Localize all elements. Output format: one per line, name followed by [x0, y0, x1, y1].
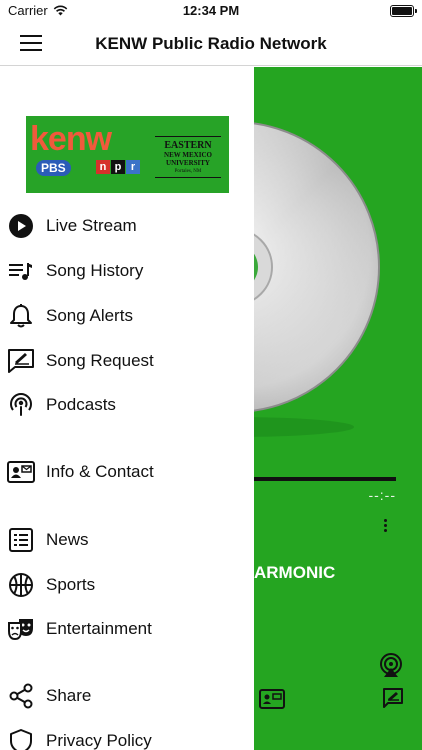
logo-npr-badge: n p r [96, 160, 140, 174]
menu-label: Info & Contact [46, 462, 154, 481]
menu-item-live-stream[interactable]: Live Stream [0, 204, 254, 248]
request-icon [8, 349, 34, 373]
basketball-icon [9, 573, 33, 597]
bell-icon [10, 304, 32, 328]
podcast-icon [10, 393, 32, 416]
playback-progress-bar[interactable] [254, 477, 396, 481]
station-logo: kenw PBS n p r EASTERN NEW MEXICO UNIVER… [26, 116, 229, 193]
theater-masks-icon [8, 619, 33, 641]
album-art-disc [254, 122, 380, 437]
menu-item-news[interactable]: News [0, 518, 254, 562]
battery-icon [390, 5, 417, 17]
menu-item-share[interactable]: Share [0, 674, 254, 718]
menu-item-song-request[interactable]: Song Request [0, 339, 254, 383]
menu-label: News [46, 530, 89, 549]
menu-label: Sports [46, 575, 96, 594]
menu-item-song-alerts[interactable]: Song Alerts [0, 294, 254, 338]
menu-item-privacy-policy[interactable]: Privacy Policy [0, 719, 254, 750]
navigation-bar: KENW Public Radio Network [0, 22, 422, 66]
news-list-icon [9, 528, 33, 552]
menu-label: Share [46, 686, 92, 705]
player-view: --:-- ARMONIC [254, 67, 422, 750]
contact-card-icon [7, 461, 35, 483]
song-request-icon[interactable] [382, 687, 404, 709]
time-remaining: --:-- [368, 487, 396, 503]
station-name: ARMONIC [254, 563, 336, 582]
menu-item-entertainment[interactable]: Entertainment [0, 607, 254, 651]
menu-label: Live Stream [46, 216, 137, 235]
playlist-icon [9, 263, 32, 280]
shield-icon [10, 729, 32, 750]
menu-label: Podcasts [46, 395, 116, 414]
share-icon [9, 683, 33, 709]
menu-item-sports[interactable]: Sports [0, 563, 254, 607]
logo-university: EASTERN NEW MEXICO UNIVERSITY Portales, … [155, 136, 221, 178]
logo-kenw-text: kenw [30, 120, 112, 158]
menu-label: Song Request [46, 351, 154, 370]
clock: 12:34 PM [182, 3, 240, 18]
menu-label: Privacy Policy [46, 731, 152, 750]
status-bar: Carrier 12:34 PM [0, 0, 422, 22]
logo-pbs-badge: PBS [36, 160, 71, 176]
menu-item-song-history[interactable]: Song History [0, 249, 254, 293]
menu-item-info-contact[interactable]: Info & Contact [0, 450, 254, 494]
menu-label: Song History [46, 261, 144, 280]
menu-label: Song Alerts [46, 306, 133, 325]
more-options-icon[interactable] [384, 519, 388, 533]
menu-item-podcasts[interactable]: Podcasts [0, 383, 254, 427]
airplay-icon[interactable] [378, 652, 404, 678]
play-circle-icon [9, 214, 33, 238]
side-drawer: kenw PBS n p r EASTERN NEW MEXICO UNIVER… [0, 67, 254, 750]
page-title: KENW Public Radio Network [95, 34, 327, 53]
contact-card-icon[interactable] [259, 689, 285, 709]
menu-label: Entertainment [46, 619, 152, 638]
